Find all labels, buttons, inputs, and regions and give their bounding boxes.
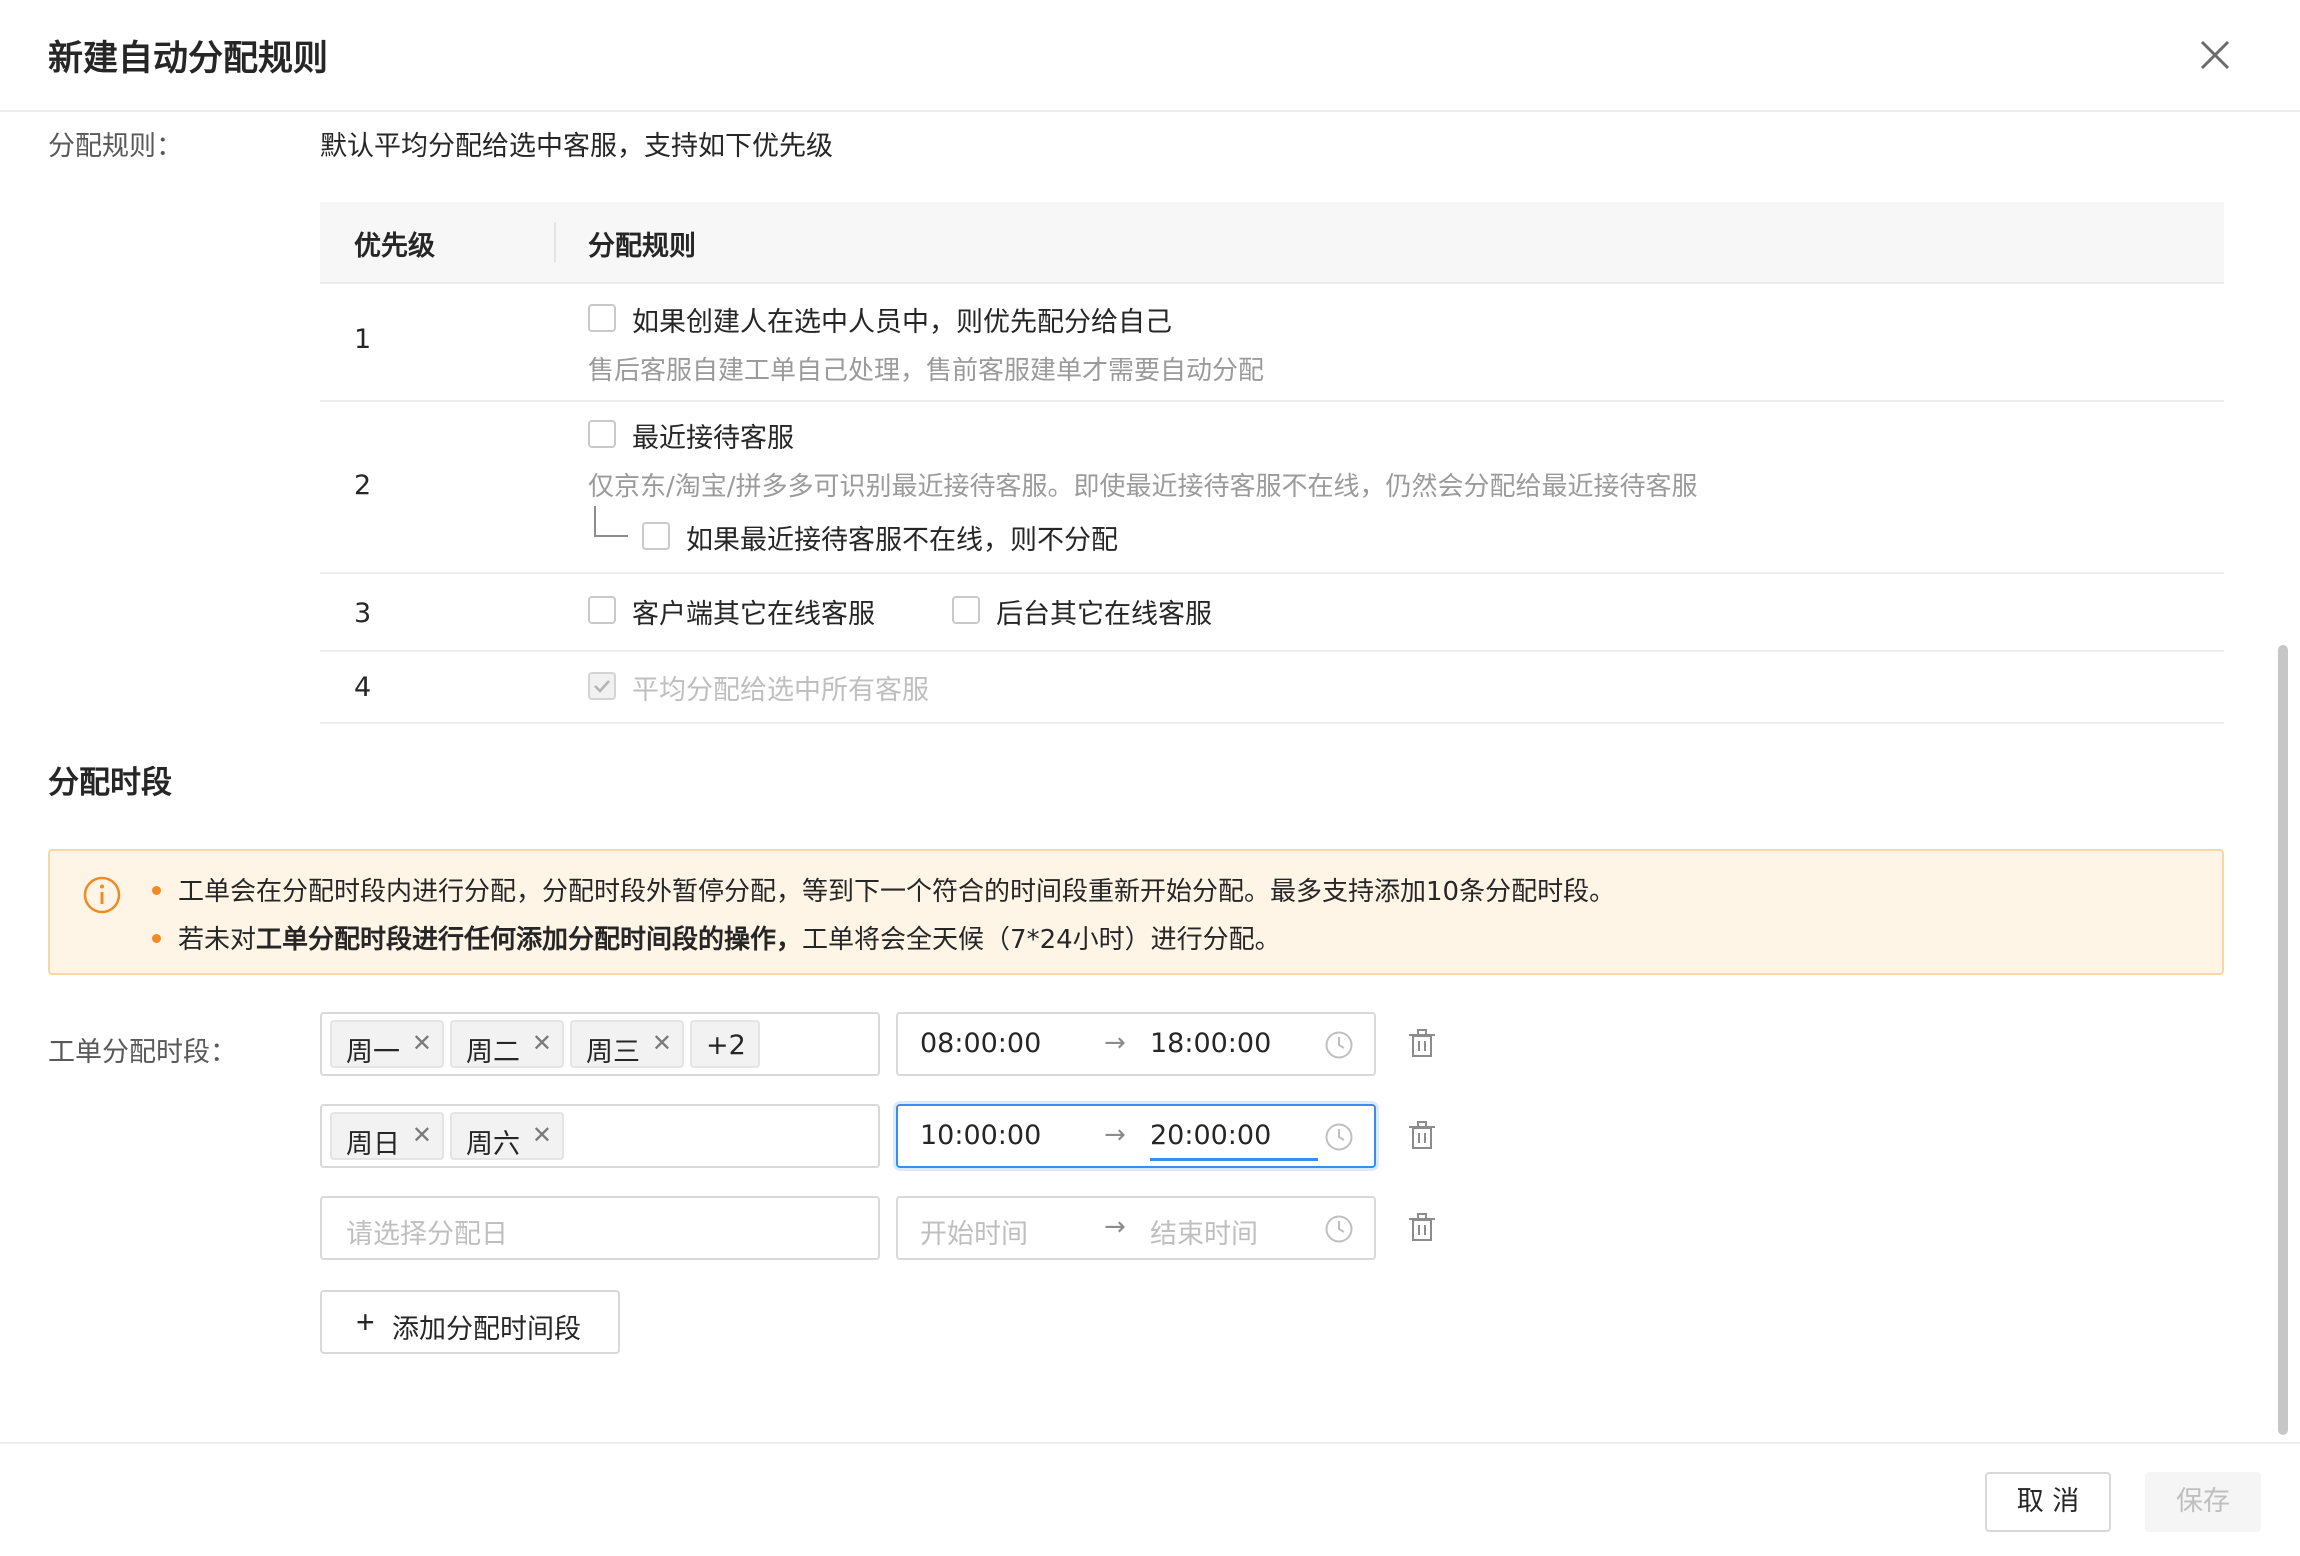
time-range-picker[interactable]: 10:00:00 → 20:00:00 [896,1104,1376,1168]
option-no-assign-offline: 如果最近接待客服不在线，则不分配 [686,525,1118,556]
clock-icon [1325,1031,1353,1059]
day-tag-label: 周二 [466,1037,520,1068]
alert-line-2-bold: 工单分配时段进行任何添加分配时间段的操作， [256,925,803,955]
start-time[interactable]: 08:00:00 [920,1028,1041,1059]
clock-icon [1325,1123,1353,1151]
delete-icon[interactable] [1408,1212,1436,1242]
priority-number: 4 [354,672,372,703]
rule-label: 分配规则： [48,131,183,162]
checkbox-recent-agent[interactable] [588,420,616,448]
dialog-footer: 取 消 保存 [0,1442,2300,1556]
cancel-button[interactable]: 取 消 [1985,1472,2111,1532]
range-arrow-icon: → [1104,1120,1126,1150]
bullet-dot [152,934,161,943]
hint-self-assign: 售后客服自建工单自己处理，售前客服建单才需要自动分配 [588,356,1265,386]
priority-number: 3 [354,598,372,629]
priority-number: 1 [354,324,372,355]
table-row: 3 客户端其它在线客服 后台其它在线客服 [320,574,2224,652]
day-tag-label: 周一 [346,1037,400,1068]
start-time-placeholder[interactable]: 开始时间 [920,1212,1028,1251]
day-select[interactable]: 请选择分配日 [320,1196,880,1260]
day-select[interactable]: 周一 ✕ 周二 ✕ 周三 ✕ +2 [320,1012,880,1076]
day-select[interactable]: 周日 ✕ 周六 ✕ [320,1104,880,1168]
clock-icon [1325,1215,1353,1243]
delete-icon[interactable] [1408,1028,1436,1058]
delete-icon[interactable] [1408,1120,1436,1150]
save-button[interactable]: 保存 [2145,1472,2261,1532]
day-tag-label: 周日 [346,1129,400,1160]
header-divider [554,222,556,262]
day-tag: 周日 ✕ [330,1112,444,1160]
option-client-online: 客户端其它在线客服 [632,599,875,630]
option-average-assign: 平均分配给选中所有客服 [632,675,929,706]
alert-line-1: 工单会在分配时段内进行分配，分配时段外暂停分配，等到下一个符合的时间段重新开始分… [178,877,1616,907]
remove-tag-icon[interactable]: ✕ [532,1121,552,1149]
hint-recent-agent: 仅京东/淘宝/拼多多可识别最近接待客服。即使最近接待客服不在线，仍然会分配给最近… [588,472,1698,502]
remove-tag-icon[interactable]: ✕ [532,1029,552,1057]
section-title-period: 分配时段 [48,765,172,801]
header-rule: 分配规则 [588,231,696,262]
checkbox-self-assign[interactable] [588,304,616,332]
info-alert: 工单会在分配时段内进行分配，分配时段外暂停分配，等到下一个符合的时间段重新开始分… [48,849,2224,975]
priority-number: 2 [354,470,372,501]
sub-option-connector [594,506,628,537]
dialog-body: 分配规则： 默认平均分配给选中客服，支持如下优先级 优先级 分配规则 1 如果创… [0,112,2300,1442]
end-time[interactable]: 18:00:00 [1150,1028,1271,1059]
checkbox-no-assign-offline[interactable] [642,522,670,550]
header-priority: 优先级 [354,231,435,262]
day-tag: 周一 ✕ [330,1020,444,1068]
active-field-indicator [1150,1158,1318,1161]
day-select-placeholder: 请选择分配日 [346,1219,508,1250]
remove-tag-icon[interactable]: ✕ [412,1121,432,1149]
table-header: 优先级 分配规则 [320,202,2224,284]
close-icon[interactable] [2192,32,2238,78]
alert-line-2: 若未对工单分配时段进行任何添加分配时间段的操作，工单将会全天候（7*24小时）进… [178,919,1281,956]
day-tag: 周六 ✕ [450,1112,564,1160]
remove-tag-icon[interactable]: ✕ [412,1029,432,1057]
more-days-tag: +2 [690,1020,760,1068]
range-arrow-icon: → [1104,1028,1126,1058]
end-time-placeholder[interactable]: 结束时间 [1150,1212,1258,1251]
day-tag: 周三 ✕ [570,1020,684,1068]
day-tag-label: 周六 [466,1129,520,1160]
option-recent-agent: 最近接待客服 [632,423,794,454]
table-row: 4 平均分配给选中所有客服 [320,652,2224,724]
end-time[interactable]: 20:00:00 [1150,1120,1271,1151]
add-period-button[interactable]: + 添加分配时间段 [320,1290,620,1354]
start-time[interactable]: 10:00:00 [920,1120,1041,1151]
time-range-picker[interactable]: 08:00:00 → 18:00:00 [896,1012,1376,1076]
check-icon [594,680,610,693]
checkbox-average-assign [588,672,616,700]
plus-icon: + [356,1304,375,1340]
dialog-title: 新建自动分配规则 [48,39,329,79]
alert-line-2-prefix: 若未对 [178,925,257,955]
scrollbar[interactable] [2278,645,2288,1435]
table-row: 1 如果创建人在选中人员中，则优先配分给自己 售后客服自建工单自己处理，售前客服… [320,284,2224,402]
bullet-dot [152,886,161,895]
rule-intro: 默认平均分配给选中客服，支持如下优先级 [320,131,833,162]
new-auto-assign-rule-dialog: 新建自动分配规则 分配规则： 默认平均分配给选中客服，支持如下优先级 优先级 分… [0,0,2300,1554]
option-self-assign: 如果创建人在选中人员中，则优先配分给自己 [632,307,1172,338]
add-period-label: 添加分配时间段 [392,1314,581,1344]
remove-tag-icon[interactable]: ✕ [652,1029,672,1057]
checkbox-client-online[interactable] [588,596,616,624]
option-backend-online: 后台其它在线客服 [996,599,1212,630]
dialog-header: 新建自动分配规则 [0,0,2300,112]
checkbox-backend-online[interactable] [952,596,980,624]
table-row: 2 最近接待客服 仅京东/淘宝/拼多多可识别最近接待客服。即使最近接待客服不在线… [320,402,2224,574]
time-range-picker[interactable]: 开始时间 → 结束时间 [896,1196,1376,1260]
more-days-count: +2 [706,1030,746,1061]
period-field-label: 工单分配时段： [48,1037,237,1068]
info-icon [83,876,121,914]
day-tag: 周二 ✕ [450,1020,564,1068]
range-arrow-icon: → [1104,1212,1126,1242]
alert-line-2-suffix: 工单将会全天候（7*24小时）进行分配。 [802,925,1281,955]
day-tag-label: 周三 [586,1037,640,1068]
